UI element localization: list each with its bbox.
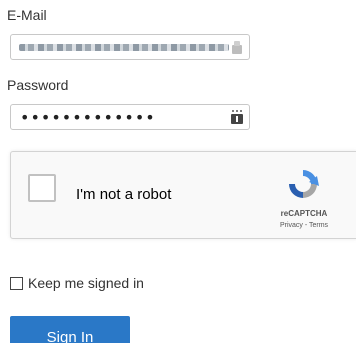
keep-signed-in-label: Keep me signed in	[28, 275, 144, 291]
email-obscured-value	[19, 44, 229, 51]
recaptcha-logo-icon	[289, 170, 319, 198]
password-manager-icon[interactable]	[230, 39, 244, 55]
email-field[interactable]	[10, 34, 250, 60]
password-label: Password	[7, 77, 69, 93]
recaptcha-checkbox[interactable]	[28, 174, 56, 202]
recaptcha-label: I'm not a robot	[76, 186, 172, 203]
keep-signed-in-checkbox[interactable]	[10, 276, 23, 290]
password-field[interactable]: •••••••••••••	[10, 104, 250, 130]
sign-in-button[interactable]: Sign In	[10, 316, 130, 343]
keep-signed-in-option[interactable]: Keep me signed in	[10, 275, 144, 291]
email-label: E-Mail	[7, 7, 47, 23]
recaptcha-brand: reCAPTCHA	[280, 209, 328, 218]
recaptcha-privacy-terms-link[interactable]: Privacy - Terms	[259, 222, 349, 229]
password-manager-icon[interactable]	[230, 109, 244, 125]
recaptcha-widget: I'm not a robot reCAPTCHA Privacy - Term…	[10, 151, 356, 239]
password-value: •••••••••••••	[20, 108, 156, 127]
